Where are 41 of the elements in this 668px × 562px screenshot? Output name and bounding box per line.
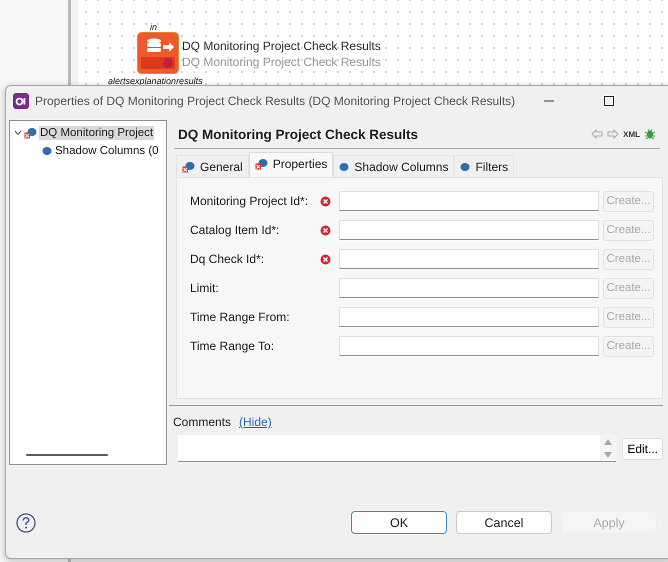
port-label: explanation [130, 76, 176, 86]
tab[interactable]: Filters [454, 155, 514, 177]
hide-link[interactable]: (Hide) [239, 415, 272, 429]
field-label: Monitoring Project Id*: [189, 194, 310, 208]
field-label: Time Range To: [189, 339, 276, 353]
section-title: DQ Monitoring Project Check Results [178, 126, 418, 142]
database-node-icon[interactable] [137, 32, 179, 74]
dialog-button[interactable]: Cancel [456, 511, 552, 534]
input-field[interactable] [339, 220, 599, 240]
tab[interactable]: General [176, 155, 249, 177]
field-label: Dq Check Id*: [189, 252, 266, 266]
tab[interactable]: Shadow Columns [333, 155, 454, 177]
input-field[interactable] [339, 191, 599, 211]
node-subtitle: DQ Monitoring Project Check Results [182, 54, 381, 70]
chevron-icon[interactable] [14, 130, 22, 136]
field-label: Time Range From: [189, 310, 291, 324]
port-label: alerts [108, 76, 130, 86]
tree-item[interactable]: DQ Monitoring Project [39, 126, 154, 140]
tree-item[interactable]: Shadow Columns (0 [54, 144, 160, 158]
node-title: DQ Monitoring Project Check Results [182, 38, 381, 54]
port-label: results [176, 76, 203, 86]
scrollbar[interactable] [26, 454, 108, 456]
scroll-down-icon[interactable] [604, 452, 612, 458]
app-logo-icon [13, 93, 29, 109]
xml-button[interactable]: XML [623, 130, 640, 138]
comments-field[interactable] [178, 435, 616, 462]
tab[interactable]: Properties [248, 152, 334, 177]
window-title: Properties of DQ Monitoring Project Check Results (DQ Monitoring Project Check Results) [35, 94, 516, 108]
field-label: Catalog Item Id*: [189, 223, 280, 237]
maximize-icon[interactable] [604, 96, 614, 106]
dialog-button[interactable]: OK [351, 511, 447, 534]
field-label: Limit: [189, 281, 220, 295]
port-label: in [150, 22, 158, 32]
back-arrow-icon[interactable] [591, 129, 604, 139]
input-field[interactable] [339, 249, 599, 269]
scroll-up-icon[interactable] [604, 438, 612, 444]
forward-arrow-icon[interactable] [607, 129, 620, 139]
edit-button[interactable]: Edit... [622, 438, 663, 460]
help-icon[interactable] [16, 512, 36, 532]
comments-label: Comments [173, 415, 232, 429]
bug-icon[interactable] [644, 128, 656, 140]
